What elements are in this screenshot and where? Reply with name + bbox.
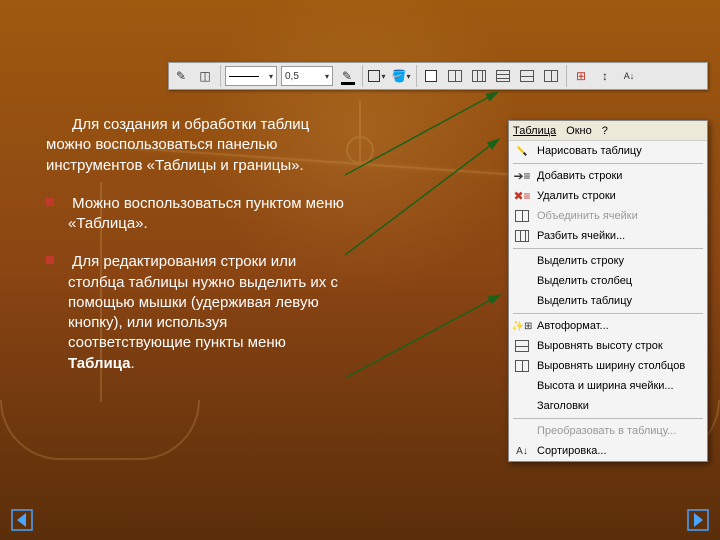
paragraph-1: Для создания и обработки таблиц можно во… [46,115,346,176]
split-icon [513,228,531,244]
menu-item-label: Удалить строки [537,190,701,202]
menu-item-label: Нарисовать таблицу [537,145,701,157]
menu-item[interactable]: ✨⊞ Автоформат... [509,316,707,336]
menu-item-label: Выделить строку [537,255,701,267]
line-style-combo[interactable]: ▾ [225,66,277,86]
fill-color-icon[interactable]: 🪣▾ [390,65,412,87]
blank-icon [513,398,531,414]
menu-item-label: Выделить столбец [537,275,701,287]
menu-item[interactable]: Разбить ячейки... [509,226,707,246]
merge-icon [513,208,531,224]
blank-icon [513,253,531,269]
next-slide-button[interactable] [686,508,710,532]
menu-item[interactable]: Выделить столбец [509,271,707,291]
menu-item-label: Преобразовать в таблицу... [537,425,701,437]
af-icon: ✨⊞ [513,318,531,334]
ins-row-icon: ➔≡ [513,168,531,184]
blank-icon [513,293,531,309]
split-cells-icon[interactable] [468,65,490,87]
menu-item: Преобразовать в таблицу... [509,421,707,441]
menu-item-label: Выровнять ширину столбцов [537,360,701,372]
blank-icon [513,273,531,289]
line-weight-value: 0,5 [285,71,299,82]
paragraph-3: Для редактирования строки или столбца та… [46,252,346,374]
toolbar-separator [415,65,417,87]
menu-item-label: Объединить ячейки [537,210,701,222]
menu-item[interactable]: Выровнять ширину столбцов [509,356,707,376]
slide-text-block: Для создания и обработки таблиц можно во… [46,115,346,392]
menu-item[interactable]: Нарисовать таблицу [509,141,707,161]
distribute-rows-icon[interactable] [516,65,538,87]
insert-table-icon[interactable] [420,65,442,87]
rows-h-icon [513,338,531,354]
menu-item[interactable]: Выровнять высоту строк [509,336,707,356]
tables-and-borders-toolbar: ✎ ◫ ▾ 0,5▾ ✎ ▾ 🪣▾ ⊞ ↕ A↓ [168,62,708,90]
sort-icon[interactable]: A↓ [618,65,640,87]
eraser-icon[interactable]: ◫ [194,65,216,87]
toolbar-separator [219,65,221,87]
table-menu-dropdown: Таблица Окно ? Нарисовать таблицу ➔≡ Добав… [508,120,708,462]
merge-cells-icon[interactable] [444,65,466,87]
paragraph-2: Можно воспользоваться пунктом меню «Табл… [46,194,346,235]
toolbar-separator [361,65,363,87]
menu-item-label: Выровнять высоту строк [537,340,701,352]
table-autoformat-icon[interactable]: ⊞ [570,65,592,87]
menu-separator [513,248,703,249]
menu-item[interactable]: Высота и ширина ячейки... [509,376,707,396]
pencil-icon [513,143,531,159]
menu-item[interactable]: Заголовки [509,396,707,416]
menu-separator [513,163,703,164]
paragraph-3-suffix: . [131,355,135,372]
outside-border-icon[interactable]: ▾ [366,65,388,87]
toolbar-separator [565,65,567,87]
menu-item[interactable]: A↓ Сортировка... [509,441,707,461]
menu-separator [513,418,703,419]
menu-separator [513,313,703,314]
menu-bar: Таблица Окно ? [509,121,707,141]
menu-item-label: Разбить ячейки... [537,230,701,242]
line-weight-combo[interactable]: 0,5▾ [281,66,333,86]
menu-item[interactable]: ✖≡ Удалить строки [509,186,707,206]
menu-item[interactable]: Выделить строку [509,251,707,271]
sort-icon: A↓ [513,443,531,459]
paragraph-1-text: Для создания и обработки таблиц можно во… [46,116,309,174]
menu-item[interactable]: ➔≡ Добавить строки [509,166,707,186]
menu-item-label: Добавить строки [537,170,701,182]
draw-table-icon[interactable]: ✎ [170,65,192,87]
menu-item-label: Заголовки [537,400,701,412]
blank-icon [513,378,531,394]
menu-item-label: Высота и ширина ячейки... [537,380,701,392]
distribute-cols-icon[interactable] [540,65,562,87]
paragraph-3-bold: Таблица [68,355,131,372]
text-direction-icon[interactable]: ↕ [594,65,616,87]
menu-item-label: Выделить таблицу [537,295,701,307]
prev-slide-button[interactable] [10,508,34,532]
menu-item[interactable]: Выделить таблицу [509,291,707,311]
menu-bar-help[interactable]: ? [602,125,608,137]
menu-item: Объединить ячейки [509,206,707,226]
rows-w-icon [513,358,531,374]
menu-item-label: Сортировка... [537,445,701,457]
align-icon[interactable] [492,65,514,87]
blank-icon [513,423,531,439]
menu-item-label: Автоформат... [537,320,701,332]
menu-bar-window[interactable]: Окно [566,125,592,137]
del-row-icon: ✖≡ [513,188,531,204]
border-color-icon[interactable]: ✎ [336,65,358,87]
paragraph-3-prefix: Для редактирования строки или столбца та… [68,253,338,351]
paragraph-2-text: Можно воспользоваться пунктом меню «Табл… [68,195,344,232]
menu-bar-table[interactable]: Таблица [513,125,556,137]
